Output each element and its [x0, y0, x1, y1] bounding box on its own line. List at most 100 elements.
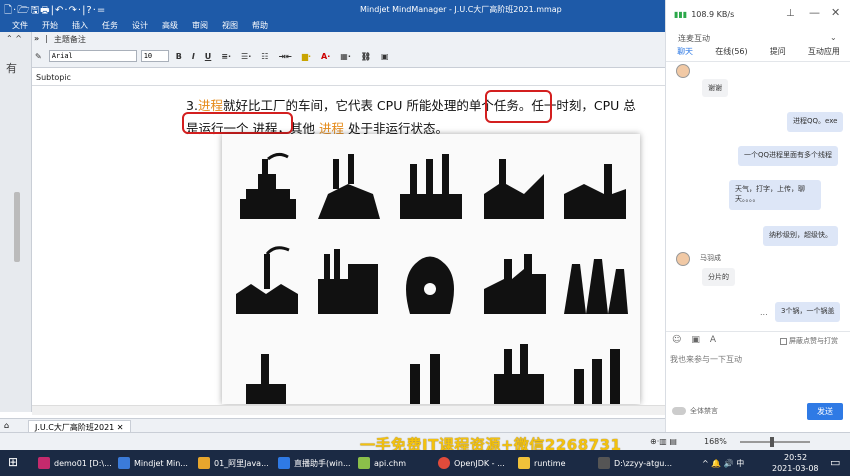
taskbar-item-label: 01_阿里Java...: [214, 458, 269, 468]
view-mode-icons[interactable]: ⊕·▥ ▤: [650, 437, 677, 446]
chat-input[interactable]: 我也来参与一下互动: [670, 354, 846, 400]
taskbar-item[interactable]: 直播助手(win...: [278, 454, 351, 472]
mute-all-toggle[interactable]: 全体禁言: [672, 406, 718, 416]
divider: |: [45, 34, 48, 43]
tab-interactive[interactable]: 互动应用: [808, 46, 840, 61]
app-icon: [358, 457, 370, 469]
font-color-icon[interactable]: A·: [318, 52, 333, 61]
taskbar: ⊞ demo01 [D:\... Mindjet Min... 01_阿里Jav…: [0, 450, 850, 476]
zoom-slider[interactable]: [740, 441, 810, 443]
sender-name: 马羽成: [700, 254, 721, 262]
more-button[interactable]: ...: [760, 308, 768, 317]
menu-advanced[interactable]: 高级: [156, 18, 186, 32]
chevron-down-icon[interactable]: ⌄: [830, 33, 837, 42]
line1-mid: 就好比工厂的车间，它代表 CPU 所能处理的: [222, 98, 469, 113]
send-button[interactable]: 发送: [807, 403, 843, 420]
format-panel-header: » | 主题备注: [32, 34, 86, 46]
chat-message: 纳秒级别，超级快。: [763, 226, 838, 246]
tabs-home-icon[interactable]: ⌂: [4, 421, 9, 430]
side-text-icon: 有: [6, 62, 17, 75]
indent-icon[interactable]: ⇥⇤: [275, 52, 294, 61]
tab-questions[interactable]: 提问: [770, 46, 786, 61]
toggle-switch[interactable]: [672, 407, 686, 415]
network-status: ▮▮▮ 108.9 KB/s: [674, 10, 734, 19]
brush-icon[interactable]: ✎: [32, 52, 45, 61]
zoom-slider-thumb[interactable]: [770, 437, 774, 447]
menu-design[interactable]: 设计: [126, 18, 156, 32]
avatar: [676, 252, 690, 266]
close-icon[interactable]: ✕: [117, 423, 124, 432]
menu-review[interactable]: 审阅: [186, 18, 216, 32]
bold-button[interactable]: B: [173, 52, 185, 61]
underline-button[interactable]: U: [202, 52, 215, 61]
chat-message: 进程QQ。exe: [787, 112, 844, 132]
system-tray[interactable]: ^ 🔔 🔊 中: [702, 458, 744, 469]
menu-task[interactable]: 任务: [96, 18, 126, 32]
line1-highlight: 进程: [197, 98, 223, 113]
menu-file[interactable]: 文件: [6, 18, 36, 32]
windows-start-icon[interactable]: ⊞: [8, 455, 18, 469]
menu-view[interactable]: 视图: [216, 18, 246, 32]
menu-help[interactable]: 帮助: [246, 18, 276, 32]
chevron-up-icon[interactable]: ⌃ ^: [6, 34, 22, 43]
factory-illustration: [222, 134, 640, 404]
tab-online[interactable]: 在线(56): [715, 46, 747, 61]
factory-icons-image: [236, 152, 628, 404]
tab-document-label: J.U.C大厂高阶班2021: [35, 423, 115, 432]
taskbar-item[interactable]: api.chm: [358, 454, 406, 472]
italic-button[interactable]: I: [189, 52, 198, 61]
collapse-icon[interactable]: »: [34, 34, 39, 46]
chat-message: 天气，打字，上传，聊天。。。。: [729, 180, 821, 210]
annotation-box-1: [485, 90, 552, 123]
pin-icon[interactable]: ⊥: [786, 8, 795, 19]
image-icon[interactable]: ▣: [691, 335, 700, 345]
section-label: 连麦互动: [678, 34, 710, 43]
mute-rewards-label: 屏蔽点赞与打赏: [789, 337, 838, 345]
taskbar-item-label: api.chm: [374, 458, 407, 468]
avatar: [676, 64, 690, 78]
left-scroll-thumb[interactable]: [14, 192, 20, 262]
chat-message: 分片的: [702, 268, 735, 286]
bullet-list-icon[interactable]: ☰·: [238, 52, 254, 61]
checkbox[interactable]: [780, 337, 787, 345]
taskbar-item[interactable]: runtime: [518, 454, 566, 472]
horizontal-scrollbar[interactable]: [32, 405, 665, 415]
minimize-icon[interactable]: —: [809, 6, 820, 19]
taskbar-item[interactable]: OpenJDK - ...: [438, 454, 505, 472]
number-list-icon[interactable]: ☷: [258, 52, 271, 61]
chat-message: 一个QQ进程里面有多个线程: [738, 146, 839, 166]
taskbar-item[interactable]: demo01 [D:\...: [38, 454, 112, 472]
taskbar-item-label: 直播助手(win...: [294, 458, 351, 468]
font-name-select[interactable]: Arial: [48, 50, 137, 62]
folder-icon: [518, 457, 530, 469]
link-icon[interactable]: ⛓: [358, 52, 374, 61]
taskbar-item[interactable]: 01_阿里Java...: [198, 454, 269, 472]
network-speed: 108.9 KB/s: [691, 10, 735, 19]
taskbar-item-label: runtime: [534, 458, 566, 468]
emoji-icon[interactable]: ☺: [672, 335, 681, 345]
app-icon: [198, 457, 210, 469]
notification-icon[interactable]: ▭: [830, 456, 840, 469]
taskbar-item-label: D:\zzyy-atgu...: [614, 458, 672, 468]
taskbar-item[interactable]: Mindjet Min...: [118, 454, 188, 472]
image-icon[interactable]: ▣: [378, 52, 392, 61]
topic-label: Subtopic: [32, 70, 665, 86]
table-icon[interactable]: ▦·: [337, 52, 354, 61]
mute-all-label: 全体禁言: [690, 407, 718, 415]
highlight-color-icon[interactable]: ▆·: [299, 52, 314, 61]
close-icon[interactable]: ✕: [831, 6, 840, 19]
align-icon[interactable]: ≡·: [218, 52, 234, 61]
annotation-box-2: [182, 112, 293, 134]
font-icon[interactable]: A: [710, 335, 716, 345]
left-panel-strip: ⌃ ^ 有: [0, 32, 32, 412]
menu-insert[interactable]: 插入: [66, 18, 96, 32]
tab-chat[interactable]: 聊天: [677, 46, 693, 61]
chat-message: 3个锅，一个锅盖: [775, 302, 841, 322]
document-tabs: ⌂ J.U.C大厂高阶班2021 ✕: [0, 418, 665, 435]
taskbar-item[interactable]: D:\zzyy-atgu...: [598, 454, 672, 472]
font-size-select[interactable]: 10: [140, 50, 169, 62]
title-bar: 🗋·🗁🖫🖶|↶·↷·|?·= Mindjet MindManager - J.U…: [0, 0, 665, 18]
mute-rewards-option[interactable]: 屏蔽点赞与打赏: [780, 336, 838, 346]
menu-home[interactable]: 开始: [36, 18, 66, 32]
app-icon: [278, 457, 290, 469]
